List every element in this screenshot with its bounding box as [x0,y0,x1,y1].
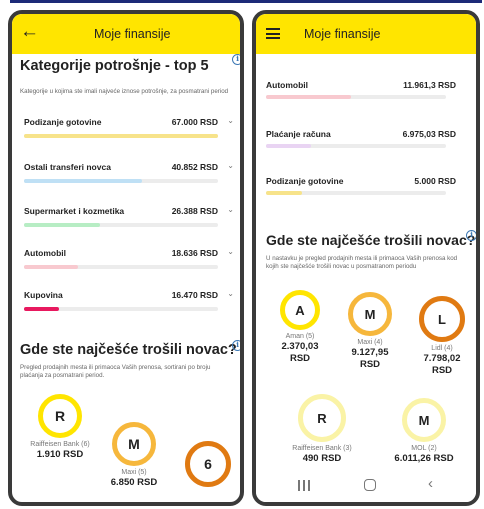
merchant-name: MOL (2) [411,445,437,452]
category-bar-track [24,179,218,183]
category-name: Automobil [266,80,309,90]
merchant-amount: 2.370,03 RSD [281,341,319,364]
category-name: Podizanje gotovine [266,176,344,186]
category-row[interactable]: Podizanje gotovine 5.000 RSD [266,176,456,206]
category-amount: 6.975,03 RSD [402,129,456,139]
categories-description: Kategorije u kojima ste imali najveće iz… [20,88,229,95]
category-row[interactable]: Plaćanje računa 6.975,03 RSD [266,129,456,159]
category-name: Automobil [24,248,67,258]
recents-icon[interactable] [298,480,310,491]
category-row[interactable]: Automobil 11.961,3 RSD [266,80,456,110]
category-amount: 5.000 RSD [414,176,456,186]
merchant-name: Maxi (4) [357,339,383,346]
category-bar-fill [24,134,218,138]
category-row[interactable]: Podizanje gotovine 67.000 RSD ⌄ [24,116,236,153]
category-name: Ostali transferi novca [24,162,111,172]
merchant-avatar: M [402,398,446,442]
app-title: Moje finansije [304,27,381,41]
category-bar-fill [24,307,59,311]
chevron-down-icon[interactable]: ⌄ [227,205,234,214]
category-bar-track [24,223,218,227]
merchants-title: Gde ste najčešće trošili novac? [20,342,237,358]
phone-screen-right: Moje finansije Automobil 11.961,3 RSD Pl… [252,10,480,506]
merchant-name: Lidl (4) [431,345,453,352]
category-bar-fill [24,179,143,183]
categories-title: Kategorije potrošnje - top 5 [20,58,209,74]
app-bar: Moje finansije [256,14,476,54]
category-bar-track [266,144,446,148]
top-accent-line [10,0,482,3]
category-amount: 67.000 RSD [171,117,218,127]
category-row[interactable]: Ostali transferi novca 40.852 RSD ⌄ [24,161,236,198]
merchant-amount: 6.011,26 RSD [394,453,454,464]
merchant-avatar: L [419,296,465,342]
merchant-avatar: R [38,394,82,438]
merchant-item[interactable]: M Maxi (5) 6.850 RSD [94,422,174,489]
chevron-down-icon[interactable]: ⌄ [227,116,234,125]
merchant-amount: 1.910 RSD [36,449,84,460]
merchants-description: U nastavku je pregled prodajnih mesta il… [266,255,458,270]
merchant-amount: 7.798,02 RSD [423,353,461,376]
home-icon[interactable] [364,479,376,491]
merchant-amount: 6.850 RSD [110,477,158,488]
merchant-item[interactable]: L Lidl (4) 7.798,02 RSD [402,296,476,377]
info-icon[interactable]: i [232,54,240,65]
merchant-item[interactable]: R Raiffeisen Bank (6) 1.910 RSD [20,394,100,461]
back-icon[interactable]: ‹ [428,475,433,492]
category-row[interactable]: Kupovina 16.470 RSD ⌄ [24,289,236,326]
merchant-name: Maxi (5) [121,469,147,476]
category-bar-track [24,307,218,311]
category-bar-fill [24,265,79,269]
merchants-description: Pregled prodajnih mesta ili primaoca Vaš… [20,364,211,379]
app-title: Moje finansije [94,27,171,41]
category-bar-track [24,134,218,138]
category-bar-fill [266,95,351,99]
category-bar-track [24,265,218,269]
merchant-amount: 490 RSD [302,453,342,464]
merchants-title: Gde ste najčešće trošili novac? [266,232,476,248]
merchant-item[interactable]: R Raiffeisen Bank (3) 490 RSD [282,394,362,465]
chevron-down-icon[interactable]: ⌄ [227,161,234,170]
category-bar-track [266,191,446,195]
category-amount: 11.961,3 RSD [403,80,456,90]
merchant-name: Raiffeisen Bank (3) [292,445,352,452]
category-amount: 26.388 RSD [171,206,218,216]
category-bar-fill [266,144,311,148]
category-name: Kupovina [24,290,63,300]
category-bar-fill [24,223,100,227]
chevron-down-icon[interactable]: ⌄ [227,289,234,298]
phone-screen-left: ← Moje finansije Kategorije potrošnje - … [8,10,244,506]
category-bar-fill [266,191,302,195]
merchant-amount: 9.127,95 RSD [351,347,389,370]
info-icon[interactable]: i [232,340,240,351]
category-bar-track [266,95,446,99]
merchant-name: Raiffeisen Bank (6) [30,441,90,448]
app-bar: ← Moje finansije [12,14,240,54]
category-name: Podizanje gotovine [24,117,102,127]
info-icon[interactable]: i [466,230,476,241]
category-name: Plaćanje računa [266,129,331,139]
category-row[interactable]: Automobil 18.636 RSD ⌄ [24,247,236,284]
system-navigation-bar: ‹ [256,472,476,502]
merchant-item[interactable]: M MOL (2) 6.011,26 RSD [384,398,464,465]
merchant-item[interactable]: 6 [168,441,240,487]
merchant-item[interactable]: M Maxi (4) 9.127,95 RSD [330,292,410,371]
merchant-avatar: 6 [185,441,231,487]
category-amount: 18.636 RSD [171,248,218,258]
category-amount: 16.470 RSD [171,290,218,300]
merchant-item[interactable]: A Aman (5) 2.370,03 RSD [260,290,340,365]
merchant-avatar: M [348,292,392,336]
category-amount: 40.852 RSD [171,162,218,172]
merchant-avatar: A [280,290,320,330]
category-name: Supermarket i kozmetika [24,206,125,216]
hamburger-menu-icon[interactable] [266,28,280,39]
chevron-down-icon[interactable]: ⌄ [227,247,234,256]
arrow-left-icon[interactable]: ← [20,22,39,42]
category-row[interactable]: Supermarket i kozmetika 26.388 RSD ⌄ [24,205,236,242]
merchant-avatar: M [112,422,156,466]
merchant-name: Aman (5) [285,333,315,340]
merchant-avatar: R [298,394,346,442]
